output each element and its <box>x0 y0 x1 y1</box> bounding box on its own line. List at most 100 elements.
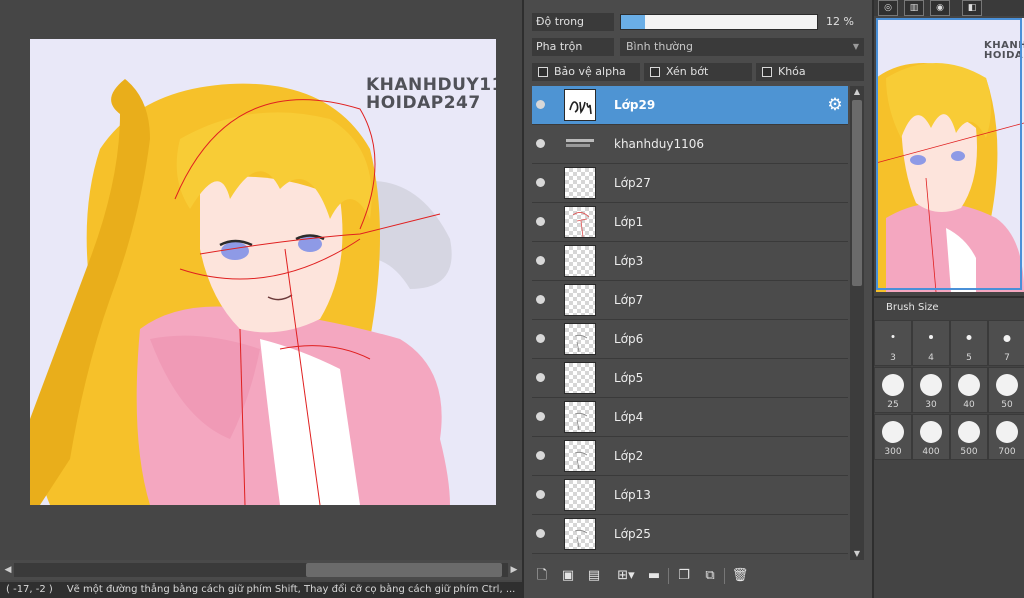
brush-size-label: 40 <box>963 400 975 410</box>
medibang-window: KHANHDUY1106 HOIDAP247 ◀ ▶ ( -17, -2 ) Vẽ… <box>0 0 1024 598</box>
new-folder-icon[interactable]: ▬ <box>644 566 664 586</box>
scroll-down-icon[interactable]: ▼ <box>850 548 864 560</box>
duplicate-layer-icon[interactable]: ❐ <box>674 566 694 586</box>
delete-layer-icon[interactable]: 🗑 <box>730 566 750 586</box>
merge-layer-icon[interactable]: ⧉ <box>700 566 720 586</box>
layer-row[interactable]: Lớp1 <box>532 203 848 242</box>
clipping-label: Xén bớt <box>666 65 709 78</box>
navigator-preview[interactable]: KHANHDU HOIDAP2 <box>876 18 1024 292</box>
watermark-text-2: HOIDAP247 <box>366 93 481 113</box>
layer-options-row: Bảo vệ alpha Xén bớt Khóa <box>532 63 868 81</box>
visibility-eye-icon[interactable] <box>536 100 545 109</box>
visibility-eye-icon[interactable] <box>536 217 545 226</box>
layer-name: Lớp1 <box>614 215 644 229</box>
layer-row[interactable]: Lớp7 <box>532 281 848 320</box>
add-layer-dropdown-icon[interactable]: ⊞▾ <box>612 566 640 586</box>
layer-thumbnail <box>564 128 596 160</box>
brush-size-option[interactable]: 5 <box>950 320 988 366</box>
clipping-checkbox[interactable]: Xén bớt <box>644 63 752 81</box>
visibility-eye-icon[interactable] <box>536 490 545 499</box>
checkbox-icon <box>650 67 660 77</box>
layer-row[interactable]: Lớp27 <box>532 164 848 203</box>
lock-checkbox[interactable]: Khóa <box>756 63 864 81</box>
visibility-eye-icon[interactable] <box>536 139 545 148</box>
layer-row[interactable]: Lớp4 <box>532 398 848 437</box>
brush-size-label: 400 <box>922 447 940 457</box>
scroll-up-icon[interactable]: ▲ <box>850 86 864 98</box>
layer-thumbnail <box>564 245 596 277</box>
navigator-viewport-frame[interactable] <box>876 18 1022 290</box>
brush-dot-icon <box>920 421 942 443</box>
brush-size-option[interactable]: 30 <box>912 367 950 413</box>
layer-row[interactable]: Lớp6 <box>532 320 848 359</box>
new-halftone-layer-icon[interactable]: ▣ <box>558 566 578 586</box>
scroll-left-icon[interactable]: ◀ <box>2 563 14 577</box>
brush-size-option[interactable]: 7 <box>988 320 1024 366</box>
scroll-right-icon[interactable]: ▶ <box>508 563 520 577</box>
brush-dot-icon <box>996 421 1018 443</box>
brush-size-option[interactable]: 50 <box>988 367 1024 413</box>
visibility-eye-icon[interactable] <box>536 334 545 343</box>
blend-row: Pha trộn Bình thường ▼ <box>532 38 868 56</box>
layer-row[interactable]: khanhduy1106 <box>532 125 848 164</box>
status-hint: Vẽ một đường thẳng bằng cách giữ phím Sh… <box>66 584 516 595</box>
visibility-eye-icon[interactable] <box>536 373 545 382</box>
layer-name: Lớp3 <box>614 254 644 268</box>
layer-name: Lớp5 <box>614 371 644 385</box>
layer-thumbnail <box>564 401 596 433</box>
visibility-eye-icon[interactable] <box>536 178 545 187</box>
visibility-eye-icon[interactable] <box>536 295 545 304</box>
brush-size-option[interactable]: 4 <box>912 320 950 366</box>
right-panel: ◎ ▥ ◉ ◧ KHANHDU HOIDAP2 Brush Size <box>874 0 1024 598</box>
brush-dot-icon <box>958 421 980 443</box>
layer-row[interactable]: Lớp5 <box>532 359 848 398</box>
layer-list[interactable]: Lớp29 ⚙ khanhduy1106 Lớp27 Lớp1 Lớp3 Lớp7 Lớp6 L… <box>532 86 848 560</box>
brush-size-option[interactable]: 3 <box>874 320 912 366</box>
visibility-eye-icon[interactable] <box>536 412 545 421</box>
brush-size-label: 300 <box>884 447 902 457</box>
brush-size-label: 4 <box>928 353 934 363</box>
brush-size-option[interactable]: 25 <box>874 367 912 413</box>
brush-size-option[interactable]: 700 <box>988 414 1024 460</box>
layer-thumbnail <box>564 167 596 199</box>
new-1bit-layer-icon[interactable]: ▤ <box>584 566 604 586</box>
canvas-area[interactable]: KHANHDUY1106 HOIDAP247 ◀ ▶ <box>0 0 522 582</box>
artboard[interactable]: KHANHDUY1106 HOIDAP247 <box>30 39 496 505</box>
layer-row[interactable]: Lớp13 <box>532 476 848 515</box>
reset-view-icon[interactable]: ◉ <box>930 0 950 16</box>
layer-settings-gear-icon[interactable]: ⚙ <box>826 96 844 114</box>
cursor-coords: ( -17, -2 ) <box>6 584 53 595</box>
layer-list-scrollbar[interactable]: ▲ ▼ <box>850 86 864 560</box>
opacity-slider-fill <box>621 15 645 29</box>
toolbar-divider <box>724 568 725 584</box>
brush-dot-icon <box>1003 335 1011 342</box>
brush-size-option[interactable]: 400 <box>912 414 950 460</box>
layer-name: Lớp4 <box>614 410 644 424</box>
blend-mode-select[interactable]: Bình thường ▼ <box>620 38 864 56</box>
opacity-slider[interactable] <box>620 14 818 30</box>
rotate-icon[interactable]: ◎ <box>878 0 898 16</box>
brush-size-option[interactable]: 40 <box>950 367 988 413</box>
scroll-thumb[interactable] <box>306 563 502 577</box>
opacity-value: 12 % <box>826 15 854 28</box>
visibility-eye-icon[interactable] <box>536 451 545 460</box>
protect-alpha-checkbox[interactable]: Bảo vệ alpha <box>532 63 640 81</box>
status-bar: ( -17, -2 ) Vẽ một đường thẳng bằng cách … <box>0 582 522 598</box>
brush-size-label: 50 <box>1001 400 1013 410</box>
brush-size-option[interactable]: 300 <box>874 414 912 460</box>
layer-row[interactable]: Lớp25 <box>532 515 848 554</box>
new-layer-icon[interactable]: 🗋 <box>532 566 552 586</box>
layer-row[interactable]: Lớp2 <box>532 437 848 476</box>
layer-toolbar: 🗋 ▣ ▤ ⊞▾ ▬ ❐ ⧉ 🗑 <box>530 564 864 588</box>
layer-row[interactable]: Lớp3 <box>532 242 848 281</box>
flip-icon[interactable]: ▥ <box>904 0 924 16</box>
layer-scroll-thumb[interactable] <box>852 100 862 286</box>
layer-row[interactable]: Lớp29 ⚙ <box>532 86 848 125</box>
brush-size-label: 3 <box>890 353 896 363</box>
horizontal-scrollbar[interactable]: ◀ ▶ <box>0 560 522 580</box>
split-view-icon[interactable]: ◧ <box>962 0 982 16</box>
layer-name: Lớp6 <box>614 332 644 346</box>
visibility-eye-icon[interactable] <box>536 256 545 265</box>
brush-size-option[interactable]: 500 <box>950 414 988 460</box>
visibility-eye-icon[interactable] <box>536 529 545 538</box>
